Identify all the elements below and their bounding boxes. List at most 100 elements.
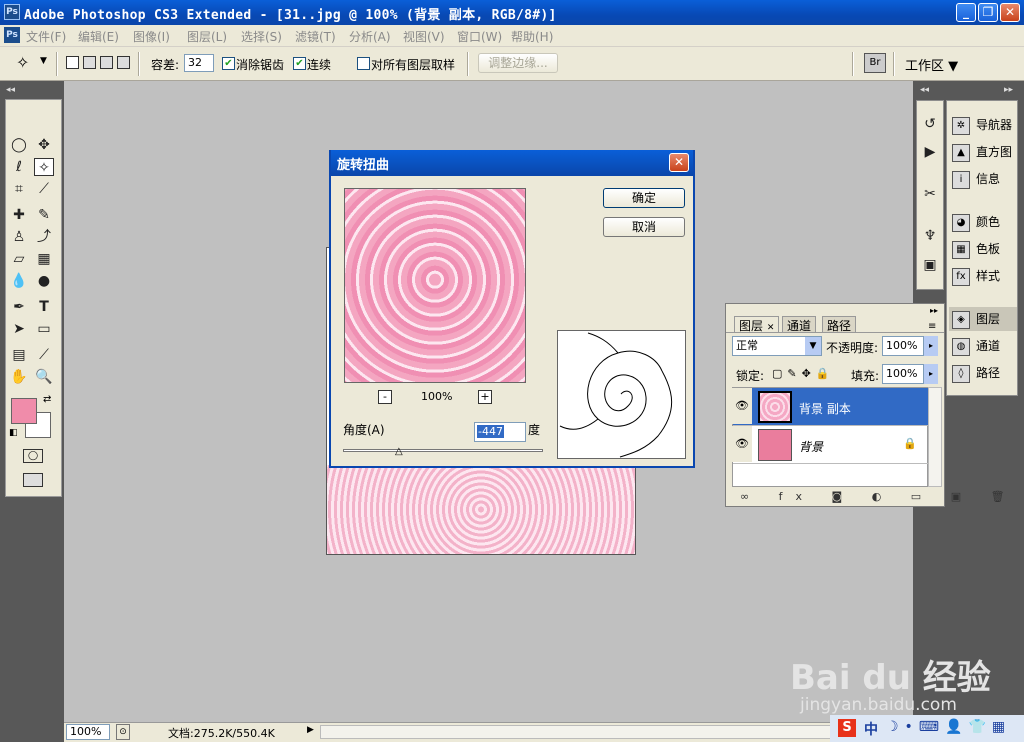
menu-analysis[interactable]: 分析(A) bbox=[349, 28, 391, 45]
dialog-close-button[interactable]: ✕ bbox=[669, 153, 689, 172]
layer-row-background[interactable]: 👁 背景 🔒 bbox=[732, 426, 929, 464]
screen-mode-icon[interactable] bbox=[23, 473, 43, 487]
fill-input[interactable]: 100% bbox=[882, 364, 924, 384]
subtract-selection-icon[interactable] bbox=[100, 56, 113, 69]
foreground-color-swatch[interactable] bbox=[11, 398, 37, 424]
brushes-panel-icon[interactable]: ♆ bbox=[920, 227, 940, 245]
close-button[interactable]: ✕ bbox=[1000, 3, 1020, 22]
panel-color[interactable]: ◕ 颜色 bbox=[949, 210, 1017, 234]
clone-stamp-icon[interactable]: ♙ bbox=[9, 228, 29, 246]
path-selection-icon[interactable]: ➤ bbox=[9, 320, 29, 338]
menu-view[interactable]: 视图(V) bbox=[403, 28, 445, 45]
zoom-input[interactable]: 100% bbox=[66, 724, 110, 740]
hand-tool-icon[interactable]: ✋ bbox=[9, 368, 29, 386]
healing-brush-icon[interactable]: ✚ bbox=[9, 206, 29, 224]
chevron-down-icon[interactable]: ▼ bbox=[805, 337, 821, 355]
antialias-checkbox[interactable]: ✔ bbox=[222, 57, 235, 70]
magic-wand-icon[interactable]: ✧ bbox=[16, 53, 29, 72]
actions-panel-icon[interactable]: ▶ bbox=[920, 143, 940, 161]
panel-info[interactable]: i 信息 bbox=[949, 167, 1017, 191]
opacity-input[interactable]: 100% bbox=[882, 336, 924, 356]
angle-input[interactable]: -447 bbox=[474, 422, 526, 442]
sample-all-layers-checkbox[interactable] bbox=[357, 57, 370, 70]
menu-window[interactable]: 窗口(W) bbox=[457, 28, 502, 45]
menu-edit[interactable]: 编辑(E) bbox=[78, 28, 119, 45]
slice-tool-icon[interactable]: ⟋ bbox=[34, 180, 54, 198]
cancel-button[interactable]: 取消 bbox=[603, 217, 685, 237]
tab-layers[interactable]: 图层 ✕ bbox=[734, 316, 780, 333]
panel-swatches[interactable]: ▦ 色板 bbox=[949, 237, 1017, 261]
tab-paths[interactable]: 路径 bbox=[822, 316, 857, 333]
visibility-eye-icon[interactable]: 👁 bbox=[732, 388, 752, 424]
panel-channels[interactable]: ◍ 通道 bbox=[949, 334, 1017, 358]
zoom-tool-icon[interactable]: 🔍 bbox=[34, 368, 54, 386]
panel-layers[interactable]: ◈ 图层 bbox=[949, 307, 1017, 331]
intersect-selection-icon[interactable] bbox=[117, 56, 130, 69]
layer-list-scrollbar[interactable] bbox=[928, 387, 942, 487]
panel-paths[interactable]: ◊ 路径 bbox=[949, 361, 1017, 385]
menu-help[interactable]: 帮助(H) bbox=[511, 28, 553, 45]
panel-menu-icon[interactable]: ≡ bbox=[928, 321, 936, 332]
opacity-slider-icon[interactable]: ▸ bbox=[924, 336, 938, 356]
default-colors-icon[interactable]: ◧ bbox=[9, 428, 18, 438]
layer-actions-toolbar[interactable]: ∞ fx ◙ ◐ ▭ ▣ 🗑 bbox=[740, 490, 1018, 503]
eraser-tool-icon[interactable]: ▱ bbox=[9, 250, 29, 268]
swap-colors-icon[interactable]: ⇄ bbox=[43, 394, 51, 405]
contiguous-checkbox[interactable]: ✔ bbox=[293, 57, 306, 70]
horizontal-scrollbar[interactable] bbox=[320, 725, 880, 739]
menu-image[interactable]: 图像(I) bbox=[133, 28, 170, 45]
dodge-tool-icon[interactable]: ● bbox=[34, 272, 54, 290]
menu-layer[interactable]: 图层(L) bbox=[187, 28, 227, 45]
add-selection-icon[interactable] bbox=[83, 56, 96, 69]
ok-button[interactable]: 确定 bbox=[603, 188, 685, 208]
marquee-tool-icon[interactable]: ◯ bbox=[9, 136, 29, 154]
crop-tool-icon[interactable]: ⌗ bbox=[9, 180, 29, 198]
photoshop-menu-icon[interactable]: Ps bbox=[4, 27, 20, 43]
filter-preview[interactable] bbox=[344, 188, 526, 383]
collapse-dock-icon[interactable]: ◂◂ bbox=[920, 85, 929, 95]
status-info-icon[interactable]: ⊙ bbox=[116, 724, 130, 740]
angle-slider-thumb[interactable]: △ bbox=[395, 446, 403, 457]
history-brush-icon[interactable]: ⤴ bbox=[34, 228, 54, 246]
tolerance-input[interactable]: 32 bbox=[184, 54, 214, 72]
magic-wand-tool-icon[interactable]: ✧ bbox=[34, 158, 54, 176]
restore-button[interactable]: ❐ bbox=[978, 3, 998, 22]
zoom-in-button[interactable]: + bbox=[478, 390, 492, 404]
menu-select[interactable]: 选择(S) bbox=[241, 28, 282, 45]
workspace-menu[interactable]: 工作区 ▼ bbox=[905, 55, 958, 74]
notes-tool-icon[interactable]: ▤ bbox=[9, 346, 29, 364]
panel-styles[interactable]: fx 样式 bbox=[949, 264, 1017, 288]
brush-tool-icon[interactable]: ✎ bbox=[34, 206, 54, 224]
sogou-icon[interactable]: S bbox=[838, 719, 856, 737]
gradient-tool-icon[interactable]: ▦ bbox=[34, 250, 54, 268]
fill-slider-icon[interactable]: ▸ bbox=[924, 364, 938, 384]
menu-filter[interactable]: 滤镜(T) bbox=[295, 28, 336, 45]
tab-channels[interactable]: 通道 bbox=[782, 316, 817, 333]
panel-navigator[interactable]: ✲ 导航器 bbox=[949, 113, 1017, 137]
angle-slider-track[interactable] bbox=[343, 449, 543, 452]
refine-edge-button[interactable]: 调整边缘... bbox=[478, 53, 558, 73]
menu-file[interactable]: 文件(F) bbox=[26, 28, 66, 45]
quick-mask-icon[interactable]: ◯ bbox=[23, 449, 43, 463]
minimize-button[interactable]: _ bbox=[956, 3, 976, 22]
tool-presets-icon[interactable]: ✂ bbox=[920, 185, 940, 203]
layer-row-background-copy[interactable]: 👁 背景 副本 bbox=[732, 388, 929, 426]
lock-icons[interactable]: ▢✎✥🔒 bbox=[772, 367, 835, 380]
ime-tray-icons[interactable]: ☽•⌨👤👕▦ bbox=[886, 719, 1011, 735]
expand-dock-icon[interactable]: ▸▸ bbox=[1004, 85, 1013, 95]
eyedropper-tool-icon[interactable]: ⟋ bbox=[34, 346, 54, 364]
collapse-toolbox-icon[interactable]: ◂◂ bbox=[6, 85, 15, 95]
visibility-eye-icon[interactable]: 👁 bbox=[732, 426, 752, 462]
tool-preset-dropdown-icon[interactable]: ▼ bbox=[40, 56, 47, 66]
zoom-out-button[interactable]: - bbox=[378, 390, 392, 404]
panel-histogram[interactable]: ▲ 直方图 bbox=[949, 140, 1017, 164]
new-selection-icon[interactable] bbox=[66, 56, 79, 69]
pen-tool-icon[interactable]: ✒ bbox=[9, 298, 29, 316]
blur-tool-icon[interactable]: 💧 bbox=[9, 272, 29, 290]
history-panel-icon[interactable]: ↺ bbox=[920, 115, 940, 133]
clone-source-icon[interactable]: ▣ bbox=[920, 256, 940, 274]
shape-tool-icon[interactable]: ▭ bbox=[34, 320, 54, 338]
lasso-tool-icon[interactable]: ℓ bbox=[9, 158, 29, 176]
status-menu-arrow-icon[interactable]: ▶ bbox=[307, 725, 314, 735]
move-tool-icon[interactable]: ✥ bbox=[34, 136, 54, 154]
